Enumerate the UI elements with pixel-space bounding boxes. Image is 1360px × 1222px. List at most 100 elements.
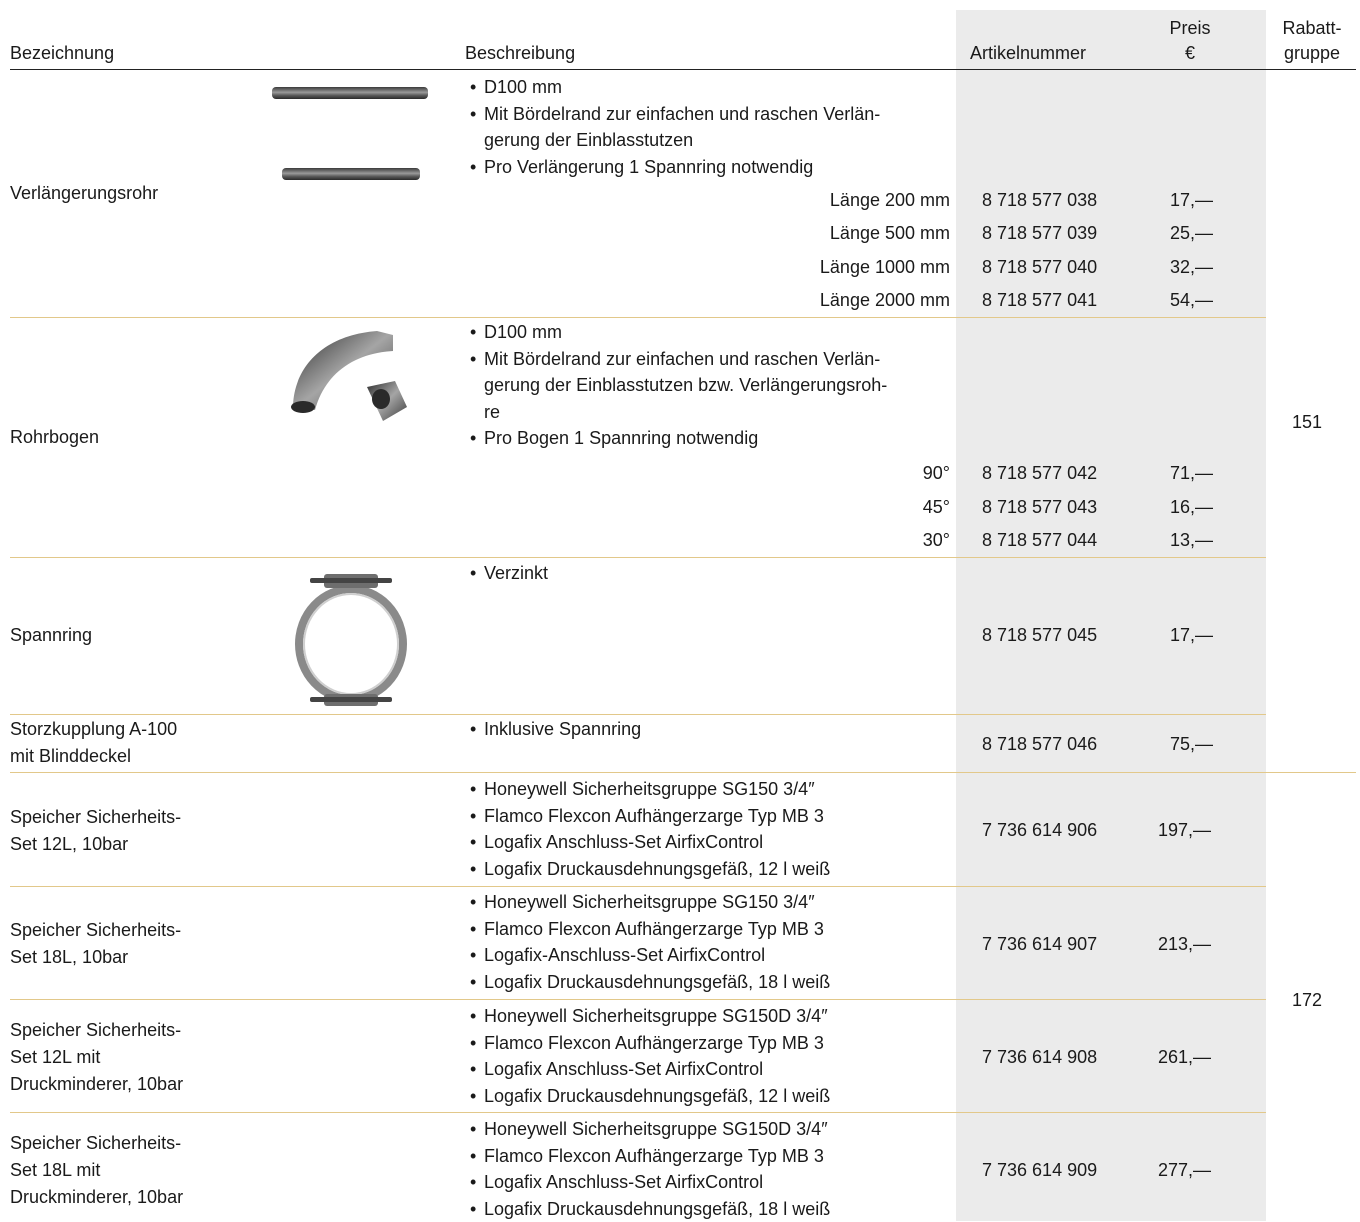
header-preis-currency: € [1150,42,1230,64]
row-separator [10,557,1266,558]
header-preis: Preis [1150,17,1230,39]
bullet: Logafix Anschluss-Set AirfixControl [470,829,950,856]
product-name-line2: Set 12L, 10bar [10,831,128,857]
bullet: Pro Bogen 1 Spannring notwendig [470,425,950,452]
bullet: Pro Verlängerung 1 Spannring notwendig [470,154,950,181]
pipe-bend-image [285,325,415,435]
description-bullets: Verzinkt [470,560,950,587]
variant-label: Länge 2000 mm [700,287,950,313]
product-name-line2: mit Blinddeckel [10,743,131,769]
article-number: 7 736 614 908 [982,1044,1097,1070]
header-beschreibung: Beschreibung [465,42,575,64]
bullet: Logafix Druckausdehnungsgefäß, 18 l weiß [470,969,950,996]
variant-label: Länge 1000 mm [700,254,950,280]
article-number: 7 736 614 907 [982,931,1097,957]
bullet: Logafix Druckausdehnungsgefäß, 12 l weiß [470,856,950,883]
product-name: Speicher Sicherheits- [10,804,181,830]
bullet: Honeywell Sicherheitsgruppe SG150D 3/4″ [470,1003,950,1030]
article-number: 8 718 577 038 [982,187,1097,213]
bullet: Mit Bördelrand zur einfachen und raschen… [470,346,950,373]
product-name: Speicher Sicherheits- [10,1130,181,1156]
bullet: Flamco Flexcon Aufhängerzarge Typ MB 3 [470,916,950,943]
bullet: D100 mm [470,319,950,346]
bullet: Flamco Flexcon Aufhängerzarge Typ MB 3 [470,1030,950,1057]
bullet-continuation: gerung der Einblasstutzen [470,127,950,154]
bullet: Logafix Druckausdehnungsgefäß, 12 l weiß [470,1083,950,1110]
description-bullets: Honeywell Sicherheitsgruppe SG150D 3/4″ … [470,1116,950,1222]
price: 16,— [1170,494,1213,520]
rabatt-group-151: 151 [1292,409,1322,435]
description-bullets: Inklusive Spannring [470,716,950,743]
product-name: Speicher Sicherheits- [10,917,181,943]
variant-label: Länge 500 mm [700,220,950,246]
row-separator [10,1112,1266,1113]
product-name-line2: Set 18L, 10bar [10,944,128,970]
clamp-ring-image [290,568,412,713]
price: 17,— [1170,187,1213,213]
header-bezeichnung: Bezeichnung [10,42,114,64]
article-number: 8 718 577 040 [982,254,1097,280]
price-list-page: { "header": { "bezeichnung": "Bezeichnun… [0,0,1360,1221]
description-bullets: Honeywell Sicherheitsgruppe SG150 3/4″ F… [470,776,950,882]
bullet: D100 mm [470,74,950,101]
price: 71,— [1170,460,1213,486]
header-artikelnummer: Artikelnummer [970,42,1086,64]
row-separator [10,714,1266,715]
article-number: 8 718 577 043 [982,494,1097,520]
bullet: Flamco Flexcon Aufhängerzarge Typ MB 3 [470,1143,950,1170]
product-name: Speicher Sicherheits- [10,1017,181,1043]
product-name-line2: Set 12L mit [10,1044,100,1070]
article-number: 8 718 577 045 [982,622,1097,648]
bullet: Logafix Anschluss-Set AirfixControl [470,1169,950,1196]
product-name-line3: Druckminderer, 10bar [10,1184,183,1210]
price: 54,— [1170,287,1213,313]
product-name: Spannring [10,622,92,648]
price: 32,— [1170,254,1213,280]
variant-label: 30° [700,527,950,553]
bullet: Flamco Flexcon Aufhängerzarge Typ MB 3 [470,803,950,830]
bullet: Logafix Druckausdehnungsgefäß, 18 l weiß [470,1196,950,1222]
price: 13,— [1170,527,1213,553]
product-name: Rohrbogen [10,424,99,450]
price: 277,— [1158,1157,1211,1183]
header-rule [10,69,1356,70]
bullet: Honeywell Sicherheitsgruppe SG150 3/4″ [470,776,950,803]
article-number: 7 736 614 909 [982,1157,1097,1183]
product-name: Storzkupplung A-100 [10,716,177,742]
row-separator [10,317,1266,318]
article-number: 8 718 577 039 [982,220,1097,246]
extension-pipe-image [270,80,430,190]
price: 25,— [1170,220,1213,246]
variant-label: 45° [700,494,950,520]
article-number: 7 736 614 906 [982,817,1097,843]
article-number: 8 718 577 042 [982,460,1097,486]
row-separator [10,999,1266,1000]
bullet: Logafix-Anschluss-Set AirfixControl [470,942,950,969]
price: 17,— [1170,622,1213,648]
bullet: Verzinkt [470,560,950,587]
product-name-line2: Set 18L mit [10,1157,100,1183]
bullet: Honeywell Sicherheitsgruppe SG150D 3/4″ [470,1116,950,1143]
rabatt-group-172: 172 [1292,987,1322,1013]
bullet-continuation: gerung der Einblasstutzen bzw. Verlänger… [470,372,950,399]
product-name-line3: Druckminderer, 10bar [10,1071,183,1097]
bullet: Logafix Anschluss-Set AirfixControl [470,1056,950,1083]
product-name: Verlängerungsrohr [10,180,158,206]
bullet: Mit Bördelrand zur einfachen und raschen… [470,101,950,128]
description-bullets: Honeywell Sicherheitsgruppe SG150 3/4″ F… [470,889,950,995]
price: 197,— [1158,817,1211,843]
description-bullets: D100 mm Mit Bördelrand zur einfachen und… [470,319,950,452]
description-bullets: D100 mm Mit Bördelrand zur einfachen und… [470,74,950,180]
article-number: 8 718 577 041 [982,287,1097,313]
variant-label: 90° [700,460,950,486]
price: 75,— [1170,731,1213,757]
price: 261,— [1158,1044,1211,1070]
description-bullets: Honeywell Sicherheitsgruppe SG150D 3/4″ … [470,1003,950,1109]
header-rabatt-gruppe: gruppe [1272,42,1352,64]
variant-label: Länge 200 mm [700,187,950,213]
row-separator [10,886,1266,887]
article-number: 8 718 577 046 [982,731,1097,757]
group-separator [10,772,1356,773]
article-number: 8 718 577 044 [982,527,1097,553]
bullet: Honeywell Sicherheitsgruppe SG150 3/4″ [470,889,950,916]
